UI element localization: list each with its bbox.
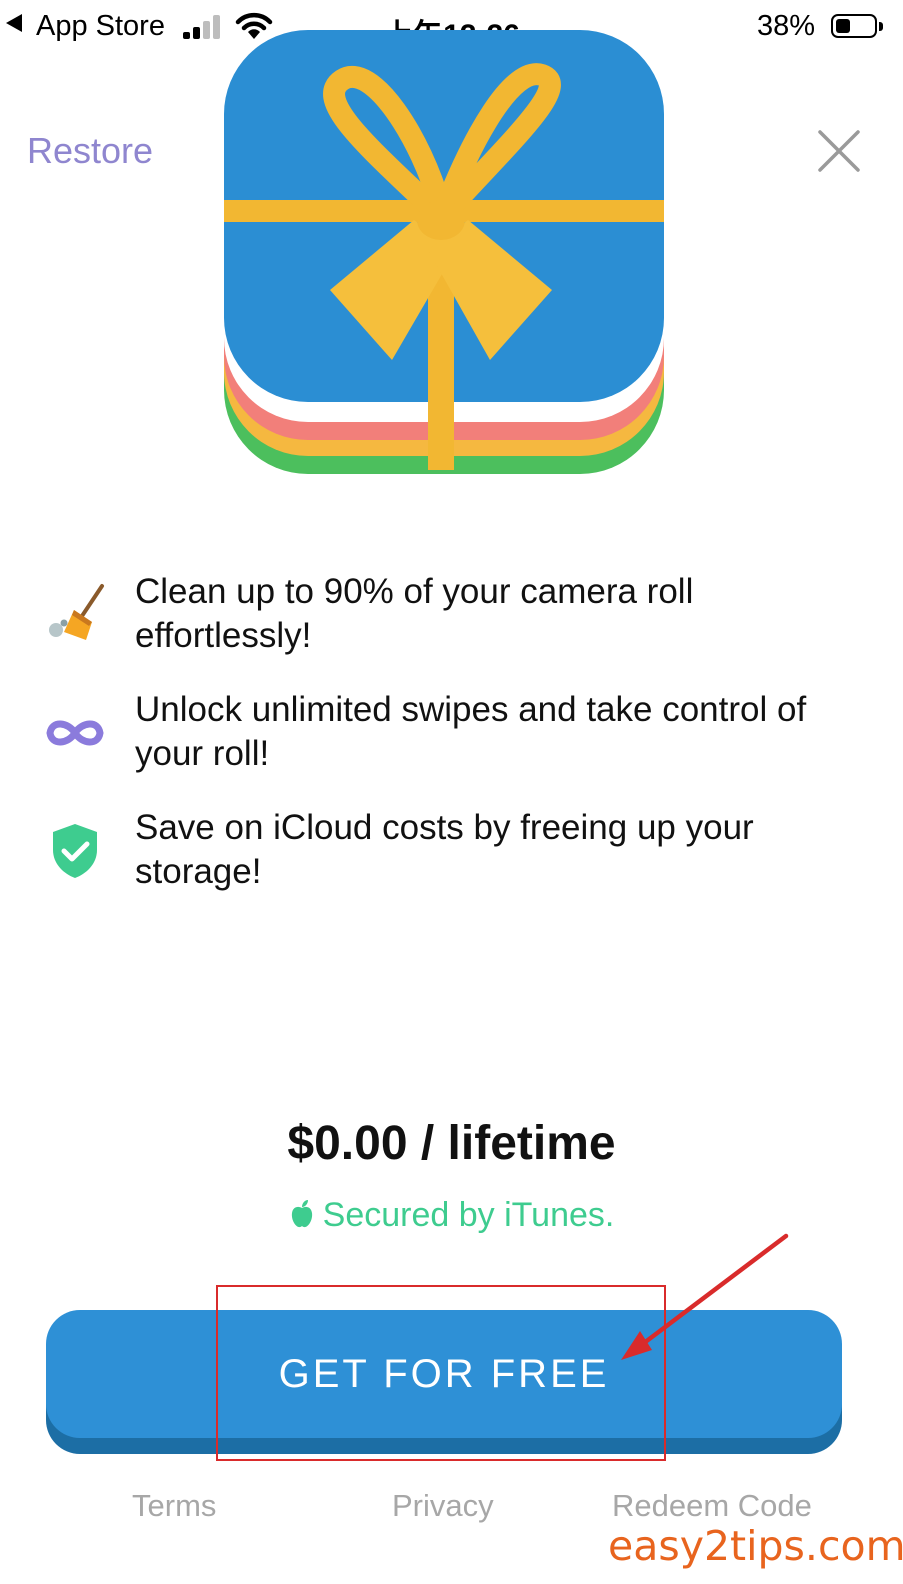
watermark: easy2tips.com [608,1522,903,1570]
battery-nub [879,22,883,31]
close-icon[interactable] [814,126,864,176]
secured-note: Secured by iTunes. [0,1196,903,1235]
shield-check-icon [53,824,97,878]
feature-text: Unlock unlimited swipes and take control… [135,690,807,773]
battery-icon [831,14,877,38]
feature-item: Unlock unlimited swipes and take control… [0,688,903,806]
battery-percent: 38% [756,10,815,42]
infinity-icon [46,720,104,746]
feature-item: Clean up to 90% of your camera roll effo… [0,570,903,688]
gift-box-icon [224,30,664,474]
feature-text: Save on iCloud costs by freeing up your … [135,808,754,891]
annotation-highlight-box [216,1285,666,1461]
terms-link[interactable]: Terms [132,1488,216,1524]
battery-level [836,19,850,33]
price-label: $0.00 / lifetime [287,1117,616,1170]
privacy-link[interactable]: Privacy [392,1488,494,1524]
secured-text: Secured by iTunes. [322,1196,615,1234]
broom-icon [49,584,104,640]
feature-text: Clean up to 90% of your camera roll effo… [135,572,694,655]
restore-button[interactable]: Restore [27,130,153,172]
apple-icon [291,1200,312,1228]
redeem-code-link[interactable]: Redeem Code [612,1488,812,1524]
feature-item: Save on iCloud costs by freeing up your … [0,806,903,924]
feature-list: Clean up to 90% of your camera roll effo… [0,570,903,924]
